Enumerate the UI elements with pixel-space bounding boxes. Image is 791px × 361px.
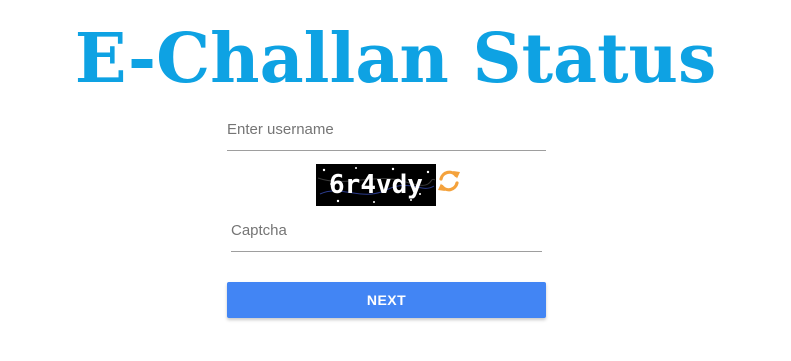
captcha-input[interactable] xyxy=(231,214,542,251)
captcha-image: 6r4vdy xyxy=(316,164,436,206)
username-input[interactable] xyxy=(227,112,546,150)
username-field-container xyxy=(227,112,546,151)
next-button[interactable]: NEXT xyxy=(227,282,546,318)
captcha-text: 6r4vdy xyxy=(329,170,423,200)
captcha-field-container xyxy=(231,214,542,252)
refresh-icon[interactable] xyxy=(436,168,462,194)
page-title: E-Challan Status xyxy=(74,19,717,99)
